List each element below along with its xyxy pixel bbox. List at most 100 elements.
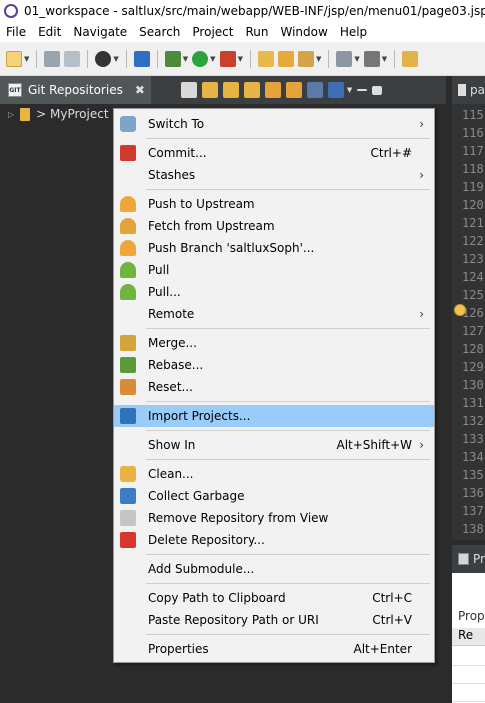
- open-folder-icon[interactable]: [277, 50, 294, 67]
- expand-arrow-icon[interactable]: ▷: [8, 110, 14, 119]
- menu-item-import-projects[interactable]: Import Projects...: [114, 405, 434, 427]
- menu-item-label: Pull: [148, 263, 170, 277]
- main-toolbar: ▼ ▼ ▼ ▼ ▼ ▼ ▼ ▼: [0, 42, 485, 76]
- maximize-icon[interactable]: [372, 85, 383, 95]
- line-number: 116: [462, 126, 484, 140]
- chevron-down-icon[interactable]: ▼: [238, 55, 243, 63]
- menu-item-push-to-upstream[interactable]: Push to Upstream: [114, 193, 434, 215]
- menu-item-reset[interactable]: Reset...: [114, 376, 434, 398]
- properties-column-header[interactable]: Re: [452, 628, 485, 646]
- menu-item-shortcut: Alt+Enter: [353, 642, 412, 656]
- minimize-icon[interactable]: [357, 89, 368, 91]
- line-number: 134: [462, 450, 484, 464]
- collect-garbage-icon: [120, 488, 136, 504]
- properties-inner-tab[interactable]: Prop: [458, 609, 485, 623]
- menu-item-add-submodule[interactable]: Add Submodule...: [114, 558, 434, 580]
- line-number: 118: [462, 162, 484, 176]
- menu-item-remove-repository-from-view[interactable]: Remove Repository from View: [114, 507, 434, 529]
- annotation-icon[interactable]: [336, 50, 353, 67]
- tree-layout-icon[interactable]: [306, 82, 323, 98]
- menu-window[interactable]: Window: [274, 25, 333, 39]
- create-repository-icon[interactable]: [243, 82, 260, 98]
- line-number: 127: [462, 324, 484, 338]
- close-icon[interactable]: ✖: [135, 83, 145, 97]
- filter-icon[interactable]: [327, 82, 344, 98]
- menu-item-show-in[interactable]: Show In Alt+Shift+W ›: [114, 434, 434, 456]
- menu-item-label: Switch To: [148, 117, 205, 131]
- editor-tab-label[interactable]: pa: [470, 83, 485, 97]
- menu-item-delete-repository[interactable]: Delete Repository...: [114, 529, 434, 551]
- chevron-down-icon[interactable]: ▼: [183, 55, 188, 63]
- external-tools-icon[interactable]: [219, 50, 236, 67]
- view-menu-icon[interactable]: ▼: [347, 86, 352, 94]
- toolbar-separator: [328, 49, 330, 68]
- debug-icon[interactable]: [164, 50, 181, 67]
- new-icon[interactable]: [6, 50, 22, 67]
- chevron-down-icon[interactable]: ▼: [316, 55, 321, 63]
- add-repository-icon[interactable]: [201, 82, 218, 98]
- menu-item-fetch-from-upstream[interactable]: Fetch from Upstream: [114, 215, 434, 237]
- save-all-icon[interactable]: [64, 50, 81, 67]
- properties-tab-label[interactable]: Pr: [473, 552, 485, 566]
- toggle-icon[interactable]: [133, 50, 150, 67]
- chevron-down-icon[interactable]: ▼: [382, 55, 387, 63]
- menu-item-clean[interactable]: Clean...: [114, 463, 434, 485]
- chevron-down-icon[interactable]: ▼: [210, 55, 215, 63]
- menu-item-label: Delete Repository...: [148, 533, 265, 547]
- grid-line: [452, 701, 485, 702]
- link-with-editor-icon[interactable]: [264, 82, 281, 98]
- tab-git-repositories[interactable]: GIT Git Repositories ✖: [0, 76, 151, 104]
- run-icon[interactable]: [192, 50, 209, 67]
- git-repository-icon: GIT: [8, 83, 22, 97]
- menu-item-label: Pull...: [148, 285, 181, 299]
- pull-dialog-icon: [120, 284, 136, 300]
- menu-item-pull[interactable]: Pull: [114, 259, 434, 281]
- chevron-down-icon[interactable]: ▼: [354, 55, 359, 63]
- menu-separator: [114, 186, 434, 193]
- menu-item-stashes[interactable]: Stashes ›: [114, 164, 434, 186]
- account-icon[interactable]: [95, 50, 112, 67]
- menu-item-remote[interactable]: Remote ›: [114, 303, 434, 325]
- window-title: 01_workspace - saltlux/src/main/webapp/W…: [24, 3, 485, 18]
- toolbar-separator: [156, 49, 158, 68]
- menu-item-commit[interactable]: Commit... Ctrl+#: [114, 142, 434, 164]
- menu-item-switch-to[interactable]: Switch To ›: [114, 113, 434, 135]
- clone-repository-icon[interactable]: [222, 82, 239, 98]
- menu-item-properties[interactable]: Properties Alt+Enter: [114, 638, 434, 660]
- toolbar-separator: [394, 49, 396, 68]
- jsp-file-icon: [458, 84, 467, 96]
- editor-tab-header: pa: [452, 76, 485, 104]
- line-number: 121: [462, 216, 484, 230]
- menu-help[interactable]: Help: [334, 25, 373, 39]
- menu-item-push-branch-saltluxsoph[interactable]: Push Branch 'saltluxSoph'...: [114, 237, 434, 259]
- chevron-down-icon[interactable]: ▼: [24, 55, 29, 63]
- menu-item-shortcut: Ctrl+C: [372, 591, 412, 605]
- line-number: 117: [462, 144, 484, 158]
- next-annotation-icon[interactable]: [363, 50, 380, 67]
- menu-item-rebase[interactable]: Rebase...: [114, 354, 434, 376]
- menu-run[interactable]: Run: [239, 25, 274, 39]
- chevron-down-icon[interactable]: ▼: [113, 55, 118, 63]
- menu-file[interactable]: File: [0, 25, 32, 39]
- sync-icon[interactable]: [285, 82, 302, 98]
- menu-project[interactable]: Project: [186, 25, 239, 39]
- menu-edit[interactable]: Edit: [32, 25, 67, 39]
- menu-item-copy-path-to-clipboard[interactable]: Copy Path to Clipboard Ctrl+C: [114, 587, 434, 609]
- menu-item-label: Properties: [148, 642, 209, 656]
- clean-icon: [120, 466, 136, 482]
- back-icon[interactable]: [402, 50, 419, 67]
- open-type-icon[interactable]: [257, 50, 274, 67]
- rebase-icon: [120, 357, 136, 373]
- save-icon[interactable]: [44, 50, 61, 67]
- collapse-all-icon[interactable]: [180, 82, 197, 98]
- menu-item-label: Push Branch 'saltluxSoph'...: [148, 241, 315, 255]
- menu-navigate[interactable]: Navigate: [67, 25, 133, 39]
- menu-item-paste-repository-path-or-uri[interactable]: Paste Repository Path or URI Ctrl+V: [114, 609, 434, 631]
- brush-icon[interactable]: [297, 50, 314, 67]
- menu-item-collect-garbage[interactable]: Collect Garbage: [114, 485, 434, 507]
- menu-search[interactable]: Search: [133, 25, 186, 39]
- menu-item-merge[interactable]: Merge...: [114, 332, 434, 354]
- editor-line-gutter: 115 116 117 118 119 120 121 122 123 124 125 126 127 1…: [452, 104, 485, 540]
- properties-icon: [458, 553, 470, 565]
- menu-item-pull[interactable]: Pull...: [114, 281, 434, 303]
